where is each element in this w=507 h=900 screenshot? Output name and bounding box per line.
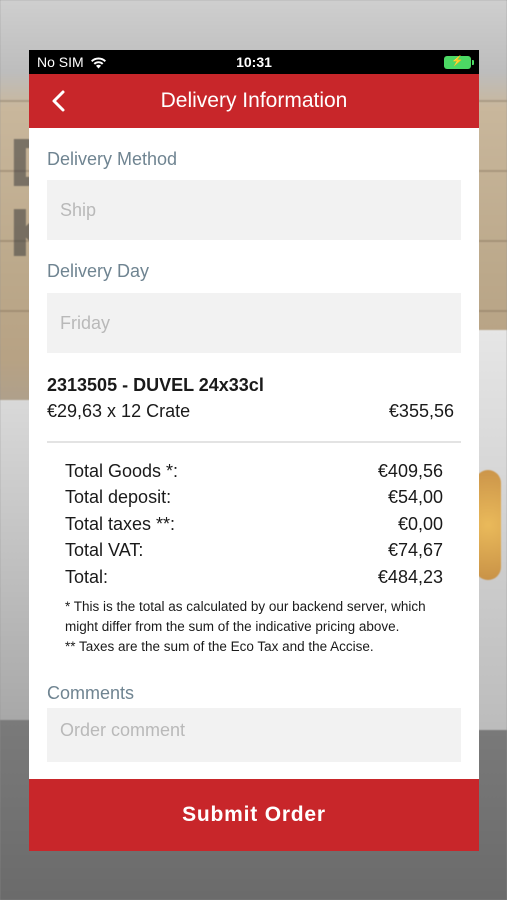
navigation-bar: Delivery Information [29,74,479,128]
app-screen: No SIM 10:31 ⚡ Delivery Information Deli… [29,50,479,851]
totals-label: Total Goods *: [65,461,179,481]
delivery-day-field[interactable]: Friday [47,293,461,353]
battery-charging-icon: ⚡ [444,55,474,69]
totals-row: Total taxes **: €0,00 [65,514,443,540]
totals-value: €409,56 [377,461,443,481]
totals-row: Total VAT: €74,67 [65,540,443,566]
totals-footnote: * This is the total as calculated by our… [29,593,479,657]
totals-value: €54,00 [387,487,443,508]
wifi-icon [90,56,106,68]
page-title: Delivery Information [160,89,348,112]
totals-label: Total VAT: [65,540,144,561]
totals-row: Total: €484,23 [65,567,443,593]
order-comment-input[interactable]: Order comment [47,707,461,762]
taxes-note: ** Taxes are the sum of the Eco Tax and … [65,638,374,654]
carrier-label: No SIM [37,54,84,70]
order-line-item: 2313505 - DUVEL 24x33cl €29,63 x 12 Crat… [29,353,479,422]
totals-label: Total deposit: [65,487,172,508]
delivery-method-label: Delivery Method [47,149,178,169]
totals-row: Total deposit: €54,00 [65,487,443,513]
status-bar: No SIM 10:31 ⚡ [29,50,479,74]
totals-label: Total taxes **: [65,513,176,534]
totals-row: Total Goods *: €409,56 [65,461,443,487]
totals-value: €74,67 [387,540,443,561]
product-line-total: €355,56 [388,401,454,421]
totals-label: Total: [65,566,109,587]
delivery-day-label: Delivery Day [47,261,150,281]
comments-label: Comments [47,682,135,703]
totals-value: €0,00 [397,513,443,534]
backend-total-note: * This is the total as calculated by our… [65,598,426,634]
delivery-method-field[interactable]: Ship [47,180,461,240]
chevron-left-icon[interactable] [49,88,71,114]
product-unit-price: €29,63 x 12 Crate [47,401,191,421]
submit-order-button[interactable]: Submit Order [29,779,479,851]
totals-summary: Total Goods *: €409,56 Total deposit: €5… [29,443,479,593]
product-name: 2313505 - DUVEL 24x33cl [47,375,264,395]
totals-value: €484,23 [377,566,443,587]
